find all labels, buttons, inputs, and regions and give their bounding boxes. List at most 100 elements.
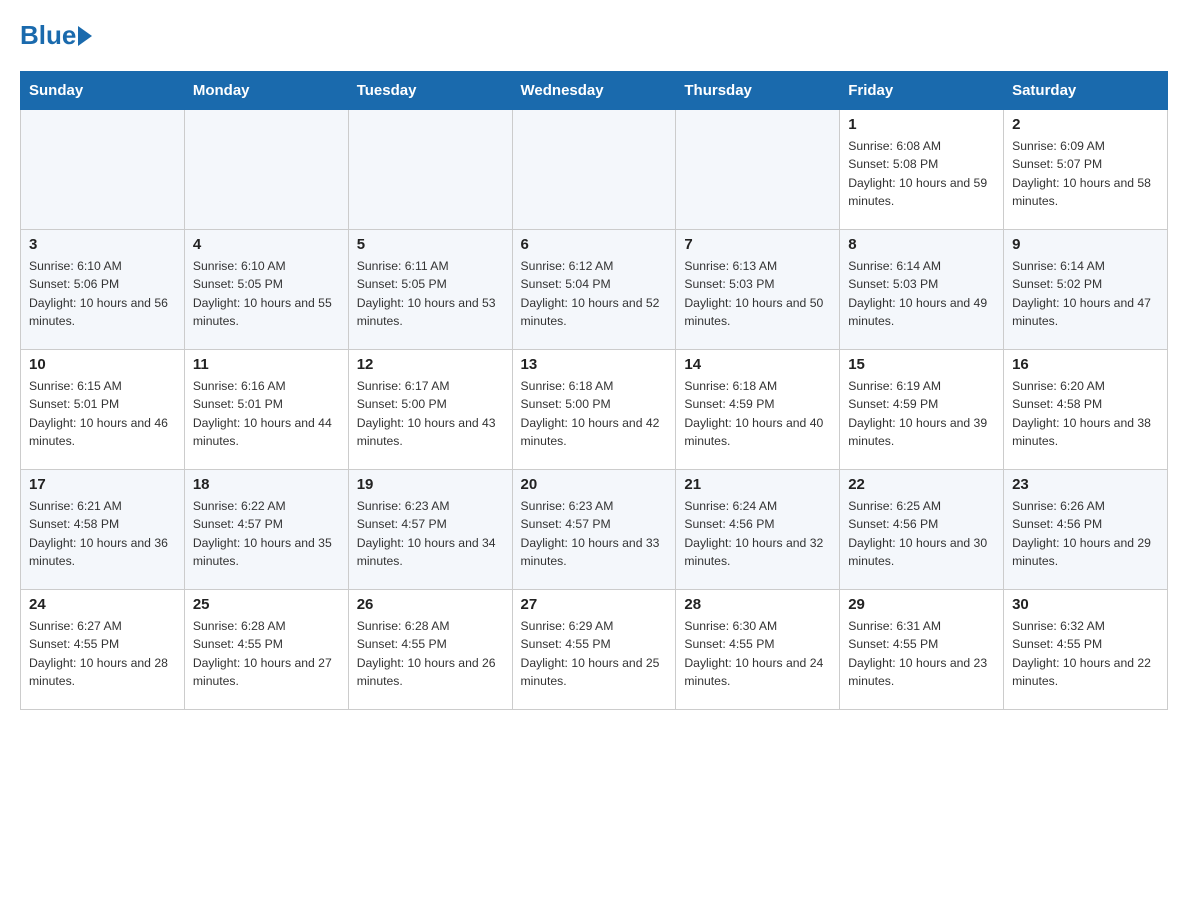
calendar-cell: 6 Sunrise: 6:12 AM Sunset: 5:04 PM Daylig… [512,230,676,350]
day-info: Sunrise: 6:18 AM Sunset: 4:59 PM Dayligh… [684,377,831,450]
day-number: 24 [29,596,176,613]
calendar-cell: 2 Sunrise: 6:09 AM Sunset: 5:07 PM Daylig… [1004,110,1168,230]
day-info: Sunrise: 6:14 AM Sunset: 5:02 PM Dayligh… [1012,257,1159,330]
day-number: 9 [1012,236,1159,253]
calendar-cell: 7 Sunrise: 6:13 AM Sunset: 5:03 PM Daylig… [676,230,840,350]
day-info: Sunrise: 6:29 AM Sunset: 4:55 PM Dayligh… [521,617,668,690]
day-number: 14 [684,356,831,373]
day-number: 29 [848,596,995,613]
day-number: 19 [357,476,504,493]
weekday-header: Saturday [1004,72,1168,110]
day-info: Sunrise: 6:10 AM Sunset: 5:05 PM Dayligh… [193,257,340,330]
page-header: Blue [20,20,1168,51]
day-info: Sunrise: 6:19 AM Sunset: 4:59 PM Dayligh… [848,377,995,450]
day-number: 22 [848,476,995,493]
day-number: 5 [357,236,504,253]
calendar-table: SundayMondayTuesdayWednesdayThursdayFrid… [20,71,1168,710]
calendar-cell [184,110,348,230]
weekday-header: Sunday [21,72,185,110]
day-number: 3 [29,236,176,253]
day-number: 21 [684,476,831,493]
day-number: 12 [357,356,504,373]
calendar-cell: 17 Sunrise: 6:21 AM Sunset: 4:58 PM Dayli… [21,470,185,590]
day-info: Sunrise: 6:16 AM Sunset: 5:01 PM Dayligh… [193,377,340,450]
calendar-cell: 8 Sunrise: 6:14 AM Sunset: 5:03 PM Daylig… [840,230,1004,350]
day-number: 8 [848,236,995,253]
weekday-header: Wednesday [512,72,676,110]
calendar-cell: 10 Sunrise: 6:15 AM Sunset: 5:01 PM Dayli… [21,350,185,470]
calendar-cell: 21 Sunrise: 6:24 AM Sunset: 4:56 PM Dayli… [676,470,840,590]
day-number: 18 [193,476,340,493]
day-number: 26 [357,596,504,613]
logo-blue: Blue [20,20,76,51]
day-info: Sunrise: 6:22 AM Sunset: 4:57 PM Dayligh… [193,497,340,570]
calendar-cell [348,110,512,230]
calendar-cell: 13Sunrise: 6:18 AM Sunset: 5:00 PM Dayli… [512,350,676,470]
day-info: Sunrise: 6:14 AM Sunset: 5:03 PM Dayligh… [848,257,995,330]
logo-arrow-icon [78,26,92,46]
calendar-cell: 5Sunrise: 6:11 AM Sunset: 5:05 PM Daylig… [348,230,512,350]
day-number: 23 [1012,476,1159,493]
calendar-cell: 9 Sunrise: 6:14 AM Sunset: 5:02 PM Daylig… [1004,230,1168,350]
calendar-week-row: 24 Sunrise: 6:27 AM Sunset: 4:55 PM Dayli… [21,590,1168,710]
calendar-cell: 28 Sunrise: 6:30 AM Sunset: 4:55 PM Dayli… [676,590,840,710]
day-number: 10 [29,356,176,373]
day-info: Sunrise: 6:31 AM Sunset: 4:55 PM Dayligh… [848,617,995,690]
weekday-header: Thursday [676,72,840,110]
weekday-header: Monday [184,72,348,110]
day-info: Sunrise: 6:32 AM Sunset: 4:55 PM Dayligh… [1012,617,1159,690]
calendar-cell: 27 Sunrise: 6:29 AM Sunset: 4:55 PM Dayli… [512,590,676,710]
calendar-cell: 16 Sunrise: 6:20 AM Sunset: 4:58 PM Dayli… [1004,350,1168,470]
day-info: Sunrise: 6:09 AM Sunset: 5:07 PM Dayligh… [1012,137,1159,210]
calendar-cell: 23Sunrise: 6:26 AM Sunset: 4:56 PM Dayli… [1004,470,1168,590]
day-number: 11 [193,356,340,373]
day-info: Sunrise: 6:27 AM Sunset: 4:55 PM Dayligh… [29,617,176,690]
day-number: 27 [521,596,668,613]
day-number: 16 [1012,356,1159,373]
calendar-cell: 12Sunrise: 6:17 AM Sunset: 5:00 PM Dayli… [348,350,512,470]
day-number: 4 [193,236,340,253]
logo: Blue [20,20,92,51]
day-info: Sunrise: 6:28 AM Sunset: 4:55 PM Dayligh… [357,617,504,690]
weekday-header: Friday [840,72,1004,110]
calendar-cell: 30 Sunrise: 6:32 AM Sunset: 4:55 PM Dayli… [1004,590,1168,710]
day-info: Sunrise: 6:20 AM Sunset: 4:58 PM Dayligh… [1012,377,1159,450]
day-info: Sunrise: 6:15 AM Sunset: 5:01 PM Dayligh… [29,377,176,450]
day-number: 7 [684,236,831,253]
day-info: Sunrise: 6:10 AM Sunset: 5:06 PM Dayligh… [29,257,176,330]
calendar-cell [512,110,676,230]
day-number: 30 [1012,596,1159,613]
calendar-cell: 1Sunrise: 6:08 AM Sunset: 5:08 PM Daylig… [840,110,1004,230]
calendar-week-row: 1Sunrise: 6:08 AM Sunset: 5:08 PM Daylig… [21,110,1168,230]
calendar-cell: 26 Sunrise: 6:28 AM Sunset: 4:55 PM Dayli… [348,590,512,710]
calendar-cell: 3 Sunrise: 6:10 AM Sunset: 5:06 PM Daylig… [21,230,185,350]
weekday-header: Tuesday [348,72,512,110]
day-info: Sunrise: 6:18 AM Sunset: 5:00 PM Dayligh… [521,377,668,450]
day-number: 20 [521,476,668,493]
day-info: Sunrise: 6:13 AM Sunset: 5:03 PM Dayligh… [684,257,831,330]
day-info: Sunrise: 6:12 AM Sunset: 5:04 PM Dayligh… [521,257,668,330]
calendar-cell: 22Sunrise: 6:25 AM Sunset: 4:56 PM Dayli… [840,470,1004,590]
calendar-cell: 14 Sunrise: 6:18 AM Sunset: 4:59 PM Dayli… [676,350,840,470]
calendar-cell: 24 Sunrise: 6:27 AM Sunset: 4:55 PM Dayli… [21,590,185,710]
day-number: 15 [848,356,995,373]
day-info: Sunrise: 6:23 AM Sunset: 4:57 PM Dayligh… [521,497,668,570]
calendar-week-row: 3 Sunrise: 6:10 AM Sunset: 5:06 PM Daylig… [21,230,1168,350]
calendar-cell: 15 Sunrise: 6:19 AM Sunset: 4:59 PM Dayli… [840,350,1004,470]
calendar-cell: 19 Sunrise: 6:23 AM Sunset: 4:57 PM Dayli… [348,470,512,590]
day-number: 17 [29,476,176,493]
calendar-week-row: 17 Sunrise: 6:21 AM Sunset: 4:58 PM Dayli… [21,470,1168,590]
calendar-cell: 25Sunrise: 6:28 AM Sunset: 4:55 PM Dayli… [184,590,348,710]
day-info: Sunrise: 6:24 AM Sunset: 4:56 PM Dayligh… [684,497,831,570]
day-number: 2 [1012,116,1159,133]
day-number: 28 [684,596,831,613]
calendar-cell: 11 Sunrise: 6:16 AM Sunset: 5:01 PM Dayli… [184,350,348,470]
day-info: Sunrise: 6:23 AM Sunset: 4:57 PM Dayligh… [357,497,504,570]
calendar-week-row: 10 Sunrise: 6:15 AM Sunset: 5:01 PM Dayli… [21,350,1168,470]
day-info: Sunrise: 6:30 AM Sunset: 4:55 PM Dayligh… [684,617,831,690]
calendar-cell: 20 Sunrise: 6:23 AM Sunset: 4:57 PM Dayli… [512,470,676,590]
calendar-cell: 4 Sunrise: 6:10 AM Sunset: 5:05 PM Daylig… [184,230,348,350]
day-info: Sunrise: 6:08 AM Sunset: 5:08 PM Dayligh… [848,137,995,210]
day-info: Sunrise: 6:21 AM Sunset: 4:58 PM Dayligh… [29,497,176,570]
day-number: 6 [521,236,668,253]
